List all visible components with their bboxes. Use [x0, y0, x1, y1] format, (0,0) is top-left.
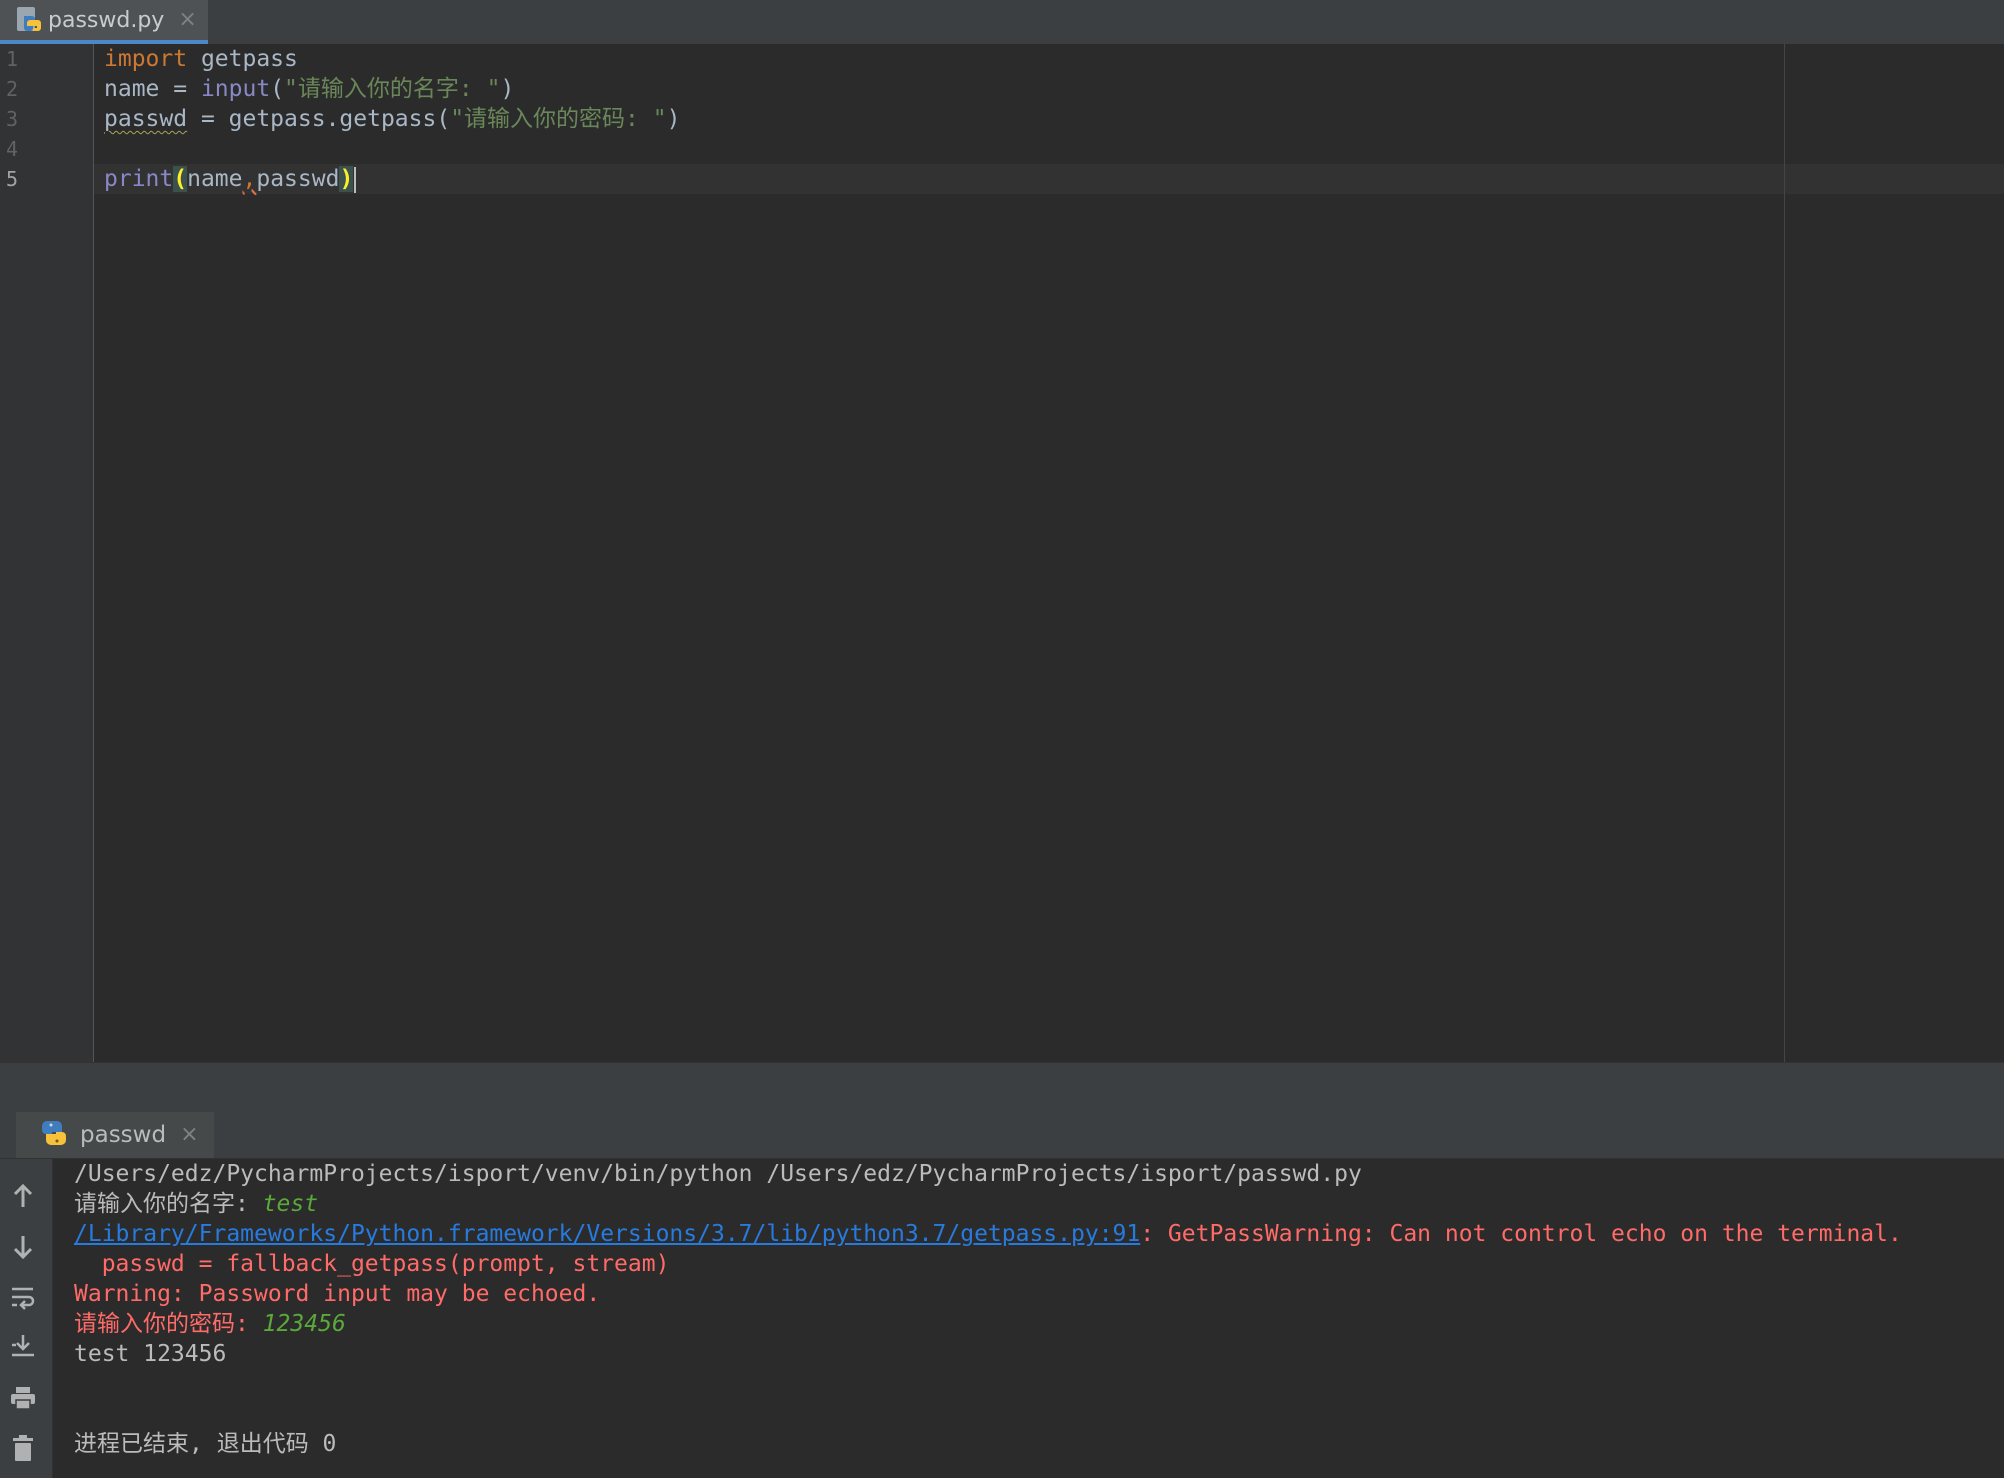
pep8-warning-comma: ,	[242, 166, 257, 192]
code-line-5[interactable]: print(name,passwd)	[104, 164, 357, 194]
soft-wrap-icon[interactable]	[6, 1280, 40, 1314]
console-output: test 123456	[74, 1341, 227, 1367]
line-number: 3	[6, 107, 19, 131]
code-text: name =	[104, 76, 201, 102]
line-number: 2	[6, 77, 19, 101]
print-icon[interactable]	[6, 1381, 40, 1415]
matched-brace: (	[173, 166, 188, 192]
scroll-to-end-icon[interactable]	[6, 1329, 40, 1363]
line-number-gutter: 1 2 3 4 5	[0, 44, 94, 1062]
line-number: 4	[6, 137, 19, 161]
builtin: print	[104, 166, 174, 192]
user-input: 123456	[262, 1311, 346, 1337]
line-number: 1	[6, 47, 19, 71]
console-prompt-name: 请输入你的名字: test	[74, 1189, 318, 1219]
code-line-3[interactable]: passwd = getpass.getpass("请输入你的密码: ")	[104, 104, 680, 134]
panel-divider[interactable]	[0, 1062, 2004, 1109]
code-text: name	[187, 166, 243, 192]
line-number-current: 5	[6, 167, 19, 191]
arrow-up-icon[interactable]	[6, 1179, 40, 1213]
code-text: (	[270, 76, 285, 102]
run-tab-label: passwd	[80, 1122, 167, 1148]
keyword: import	[104, 46, 188, 72]
close-icon[interactable]: ×	[180, 1124, 198, 1146]
editor-tab-label: passwd.py	[48, 7, 165, 33]
console-warning-echo: Warning: Password input may be echoed.	[74, 1281, 601, 1307]
code-text: passwd	[256, 166, 340, 192]
code-text: )	[500, 76, 515, 102]
file-link[interactable]: /Library/Frameworks/Python.framework/Ver…	[74, 1221, 1140, 1247]
current-line-highlight	[94, 164, 2004, 194]
python-file-icon	[16, 6, 42, 34]
warning-text: : GetPassWarning: Can not control echo o…	[1140, 1221, 1902, 1247]
console-warning-code: passwd = fallback_getpass(prompt, stream…	[74, 1251, 670, 1277]
console-warning: /Library/Frameworks/Python.framework/Ver…	[74, 1219, 1902, 1249]
weak-warning-identifier: passwd	[104, 106, 188, 132]
console-prompt-passwd: 请输入你的密码: 123456	[74, 1309, 346, 1339]
trash-icon[interactable]	[6, 1431, 40, 1465]
python-run-icon	[40, 1119, 68, 1151]
arrow-down-icon[interactable]	[6, 1230, 40, 1264]
right-margin-guide	[1784, 44, 1785, 1062]
run-tab-passwd[interactable]: passwd ×	[16, 1112, 214, 1158]
console-exit-message: 进程已结束, 退出代码 0	[74, 1431, 337, 1457]
close-icon[interactable]: ×	[178, 9, 196, 31]
code-editor[interactable]: 1 2 3 4 5 import getpass name = input("请…	[0, 44, 2004, 1062]
code-text: getpass	[187, 46, 298, 72]
prompt-text: 请输入你的名字:	[74, 1191, 263, 1217]
editor-tab-bar: passwd.py ×	[0, 0, 2004, 45]
code-line-2[interactable]: name = input("请输入你的名字: ")	[104, 74, 514, 104]
code-text: = getpass.getpass(	[187, 106, 451, 132]
code-text: )	[666, 106, 681, 132]
prompt-text: 请输入你的密码:	[74, 1311, 263, 1337]
user-input: test	[262, 1191, 319, 1217]
builtin: input	[200, 76, 271, 102]
string-literal: "请输入你的密码: "	[450, 106, 667, 132]
run-tab-bar: passwd ×	[0, 1108, 2004, 1159]
string-literal: "请输入你的名字: "	[284, 76, 501, 102]
console-command: /Users/edz/PycharmProjects/isport/venv/b…	[74, 1161, 1362, 1187]
code-line-1[interactable]: import getpass	[104, 44, 298, 74]
run-toolbar	[0, 1159, 53, 1478]
run-console[interactable]: /Users/edz/PycharmProjects/isport/venv/b…	[53, 1159, 2004, 1478]
editor-tab-passwd-py[interactable]: passwd.py ×	[0, 0, 208, 44]
text-caret	[354, 166, 357, 193]
matched-brace: )	[339, 166, 354, 192]
